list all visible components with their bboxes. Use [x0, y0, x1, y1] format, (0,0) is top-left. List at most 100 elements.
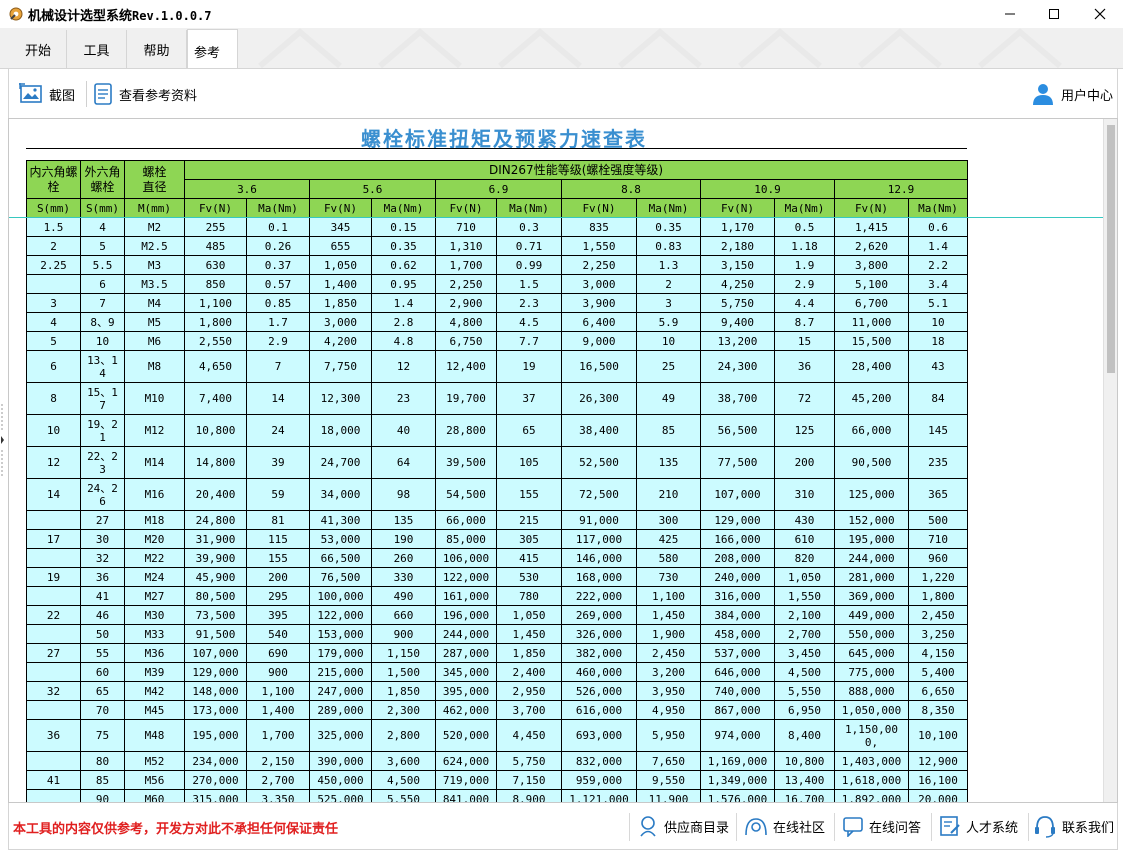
grade-header: 6.9 [435, 179, 562, 199]
document-view[interactable]: 螺栓标准扭矩及预紧力速查表 内六角螺栓 外六角螺栓 螺栓直径 DIN267性能等… [8, 118, 1118, 803]
tab-start[interactable]: 开始 [10, 30, 67, 68]
torque-ma-cell: 5,550 [371, 789, 436, 802]
preload-fv-cell: 85,000 [435, 529, 497, 549]
talent-system-link[interactable]: 人才系统 [939, 811, 1018, 841]
headset-icon [1035, 816, 1055, 838]
torque-ma-cell: 5,400 [907, 662, 969, 682]
status-bar: 本工具的内容仅供参考，开发方对此不承担任何保证责任 供应商目录 在线社区 在线问… [8, 803, 1118, 850]
preload-fv-cell: 624,000 [435, 751, 497, 771]
torque-ma-cell: 300 [636, 510, 701, 530]
online-qa-link[interactable]: 在线问答 [842, 811, 921, 841]
preload-fv-cell: 525,000 [309, 789, 372, 802]
contact-us-label: 联系我们 [1062, 820, 1115, 836]
torque-ma-cell: 0.85 [246, 293, 310, 313]
torque-ma-cell: 0.1 [246, 217, 310, 237]
table-row: 1.5 4 M2 255 0.1 345 0.15 710 0.3 835 0.35 1,170 0.5… [26, 217, 969, 237]
torque-ma-cell: 3,950 [636, 681, 701, 701]
minimize-button[interactable] [987, 0, 1033, 28]
torque-ma-cell: 64 [371, 446, 436, 479]
hex-bolt-cell: 36 [80, 567, 125, 587]
torque-ma-cell: 4,500 [371, 770, 436, 790]
table-row: 41 M27 80,500 295 100,000 490 161,000 780 222,00… [26, 586, 969, 606]
preload-fv-cell: 1,169,000 [700, 751, 775, 771]
tab-tools[interactable]: 工具 [67, 30, 127, 68]
torque-ma-cell: 3,250 [907, 624, 969, 644]
hex-bolt-cell: 22、23 [80, 446, 125, 479]
preload-fv-cell: 9,000 [561, 331, 637, 351]
torque-ma-cell: 1,050 [774, 567, 835, 587]
torque-ma-cell: 8,400 [774, 719, 835, 752]
preload-fv-cell: 80,500 [184, 586, 247, 606]
torque-ma-cell: 2.9 [246, 331, 310, 351]
preload-fv-cell: 244,000 [435, 624, 497, 644]
torque-ma-cell: 85 [636, 414, 701, 447]
torque-ma-cell: 395 [246, 605, 310, 625]
contact-us-link[interactable]: 联系我们 [1033, 811, 1114, 841]
bolt-diameter-cell: M36 [124, 643, 185, 663]
tab-reference[interactable]: 参考 [187, 29, 238, 68]
scrollbar-thumb[interactable] [1107, 125, 1115, 373]
app-logo-icon [9, 7, 23, 21]
close-button[interactable] [1077, 0, 1123, 28]
selection-guide-line [9, 217, 1105, 218]
preload-fv-cell: 148,000 [184, 681, 247, 701]
preload-fv-cell: 3,000 [561, 274, 637, 294]
online-qa-label: 在线问答 [869, 820, 922, 836]
preload-fv-cell: 1,850 [309, 293, 372, 313]
torque-ma-cell: 145 [907, 414, 969, 447]
preload-fv-cell: 90,500 [834, 446, 909, 479]
torque-ma-cell: 5.1 [907, 293, 969, 313]
preload-fv-cell: 18,000 [309, 414, 372, 447]
preload-fv-cell: 240,000 [700, 567, 775, 587]
unit-torque-ma: Ma(Nm) [907, 198, 969, 218]
preload-fv-cell: 3,800 [834, 255, 909, 275]
preload-fv-cell: 24,800 [184, 510, 247, 530]
maximize-button[interactable] [1031, 0, 1077, 28]
torque-ma-cell: 115 [246, 529, 310, 549]
preload-fv-cell: 77,500 [700, 446, 775, 479]
vertical-scrollbar[interactable] [1103, 119, 1117, 802]
preload-fv-cell: 222,000 [561, 586, 637, 606]
preload-fv-cell: 1,310 [435, 236, 497, 256]
talent-system-label: 人才系统 [966, 820, 1019, 836]
preload-fv-cell: 775,000 [834, 662, 909, 682]
preload-fv-cell: 1,403,000 [834, 751, 909, 771]
supplier-directory-link[interactable]: 供应商目录 [637, 811, 729, 841]
preload-fv-cell: 53,000 [309, 529, 372, 549]
preload-fv-cell: 122,000 [309, 605, 372, 625]
bolt-torque-table: 内六角螺栓 外六角螺栓 螺栓直径 DIN267性能等级(螺栓强度等级) 3.6 5… [26, 160, 969, 802]
title-underline [26, 148, 967, 149]
torque-ma-cell: 23 [371, 382, 436, 415]
table-row: 41 85 M56 270,000 2,700 450,000 4,500 719,000 7,… [26, 770, 969, 790]
torque-ma-cell: 0.99 [496, 255, 562, 275]
preload-fv-cell: 38,700 [700, 382, 775, 415]
torque-ma-cell: 6,650 [907, 681, 969, 701]
torque-ma-cell: 2,400 [496, 662, 562, 682]
screenshot-label: 截图 [49, 88, 76, 104]
table-row: 50 M33 91,500 540 153,000 900 244,000 1,450 326,… [26, 624, 969, 644]
screenshot-button[interactable]: 截图 [19, 79, 75, 109]
preload-fv-cell: 122,000 [435, 567, 497, 587]
torque-ma-cell: 81 [246, 510, 310, 530]
torque-ma-cell: 1,800 [907, 586, 969, 606]
left-dock-grip-icon[interactable] [0, 400, 6, 480]
preload-fv-cell: 28,400 [834, 350, 909, 383]
table-row: 60 M39 129,000 900 215,000 1,500 345,000 2,400 4… [26, 662, 969, 682]
table-row: 4 8、9 M5 1,800 1.7 3,000 2.8 4,800 4.5 6,400 5.9 9,… [26, 312, 969, 332]
torque-ma-cell: 3.4 [907, 274, 969, 294]
view-reference-button[interactable]: 查看参考资料 [93, 79, 197, 109]
preload-fv-cell: 740,000 [700, 681, 775, 701]
preload-fv-cell: 244,000 [834, 548, 909, 568]
preload-fv-cell: 3,000 [309, 312, 372, 332]
torque-ma-cell: 1,050 [496, 605, 562, 625]
unit-torque-ma: Ma(Nm) [774, 198, 835, 218]
toolbar-separator [86, 81, 87, 107]
torque-ma-cell: 295 [246, 586, 310, 606]
user-center-button[interactable]: 用户中心 [1031, 79, 1113, 109]
tab-help[interactable]: 帮助 [127, 30, 187, 68]
preload-fv-cell: 34,000 [309, 478, 372, 511]
online-community-link[interactable]: 在线社区 [744, 811, 825, 841]
bolt-diameter-cell: M16 [124, 478, 185, 511]
hex-bolt-cell: 5 [80, 236, 125, 256]
torque-ma-cell: 0.57 [246, 274, 310, 294]
